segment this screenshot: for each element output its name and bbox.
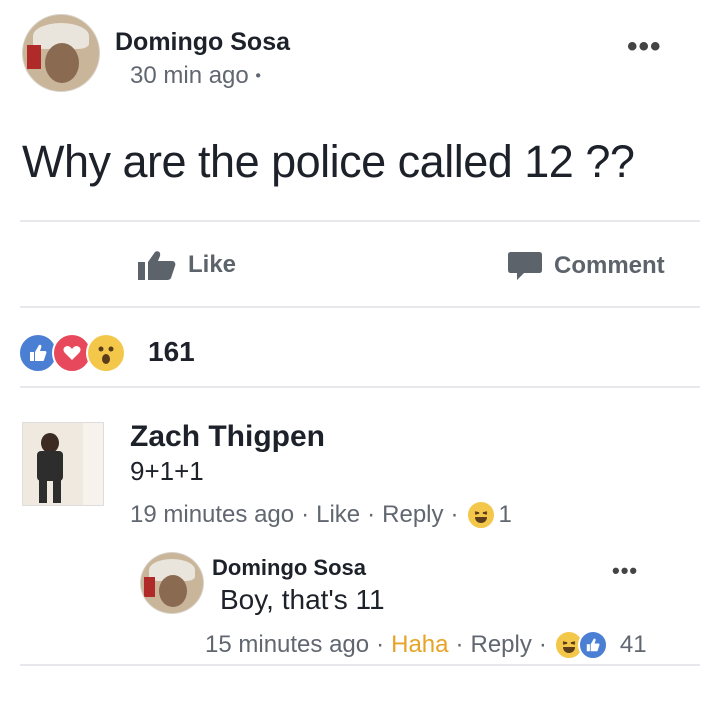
- meta-separator: ·: [301, 501, 310, 528]
- post-timestamp[interactable]: 30 min ago •: [130, 62, 261, 90]
- thumbs-up-icon: [138, 251, 176, 280]
- comment-reply-link[interactable]: Reply: [382, 501, 443, 529]
- meta-separator: ·: [455, 631, 464, 658]
- comment-button[interactable]: Comment: [508, 250, 665, 282]
- post-text: Why are the police called 12 ??: [22, 136, 635, 187]
- commenter-avatar[interactable]: [22, 422, 104, 506]
- divider: [20, 664, 700, 666]
- comment-reaction-count[interactable]: 1: [499, 501, 512, 529]
- comment-like-link[interactable]: Like: [316, 501, 360, 529]
- comment-bubble-icon: [508, 252, 542, 280]
- comment-label: Comment: [554, 252, 665, 279]
- comment-author-name[interactable]: Zach Thigpen: [130, 420, 325, 454]
- meta-separator: ·: [538, 631, 547, 658]
- reply-author-avatar[interactable]: [140, 552, 204, 614]
- reaction-count[interactable]: 161: [148, 336, 195, 368]
- post-author-name[interactable]: Domingo Sosa: [115, 28, 290, 57]
- reply-reaction-link[interactable]: Haha: [391, 631, 448, 659]
- reactions-summary[interactable]: [18, 333, 126, 373]
- meta-separator: ·: [450, 501, 459, 528]
- divider: [20, 220, 700, 222]
- meta-separator: ·: [367, 501, 376, 528]
- reply-timestamp[interactable]: 15 minutes ago: [205, 631, 369, 659]
- like-button[interactable]: Like: [138, 250, 236, 280]
- comment-timestamp[interactable]: 19 minutes ago: [130, 501, 294, 529]
- reply-more-options-icon[interactable]: •••: [612, 558, 638, 584]
- comment-text: 9+1+1: [130, 456, 204, 486]
- divider: [20, 386, 700, 388]
- reply-text: Boy, that's 11: [220, 584, 385, 615]
- reply-meta: 15 minutes ago · Haha · Reply · 41: [205, 630, 647, 660]
- meta-separator: ·: [376, 631, 385, 658]
- like-reaction-icon[interactable]: [577, 630, 608, 660]
- wow-reaction-icon: [86, 333, 126, 373]
- post-privacy-dot: •: [255, 67, 262, 85]
- reply-reply-link[interactable]: Reply: [470, 631, 531, 659]
- comment-meta: 19 minutes ago · Like · Reply · 1: [130, 500, 512, 530]
- reply-reaction-count[interactable]: 41: [620, 631, 647, 659]
- haha-reaction-icon[interactable]: [465, 500, 496, 530]
- post-author-avatar[interactable]: [22, 14, 100, 92]
- like-label: Like: [188, 251, 237, 278]
- post-time-text: 30 min ago: [130, 62, 249, 89]
- reply-author-name[interactable]: Domingo Sosa: [212, 555, 366, 581]
- post-more-options-icon[interactable]: •••: [627, 30, 662, 64]
- divider: [20, 306, 700, 308]
